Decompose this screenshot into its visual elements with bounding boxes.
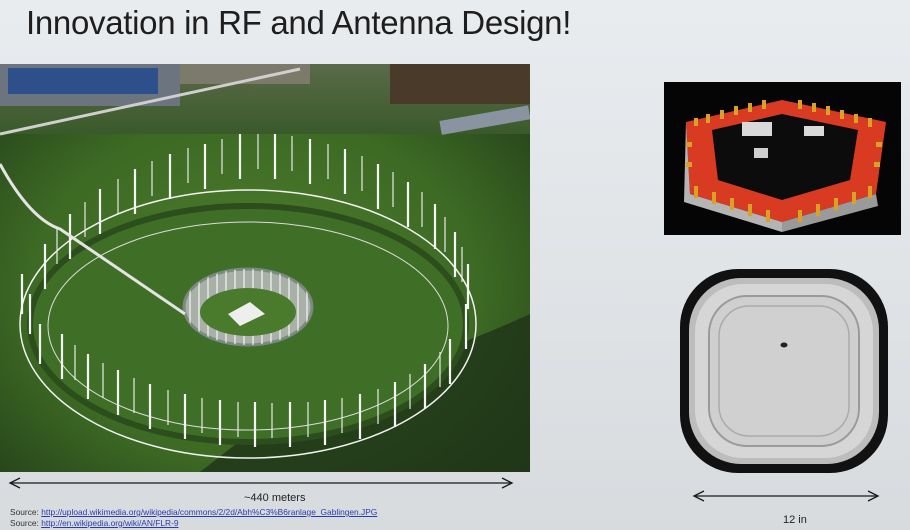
source-link-gablingen[interactable]: http://upload.wikimedia.org/wikipedia/co… xyxy=(41,507,377,517)
source-prefix: Source: xyxy=(10,507,42,517)
ap-width-arrow xyxy=(692,490,880,502)
source-line-1: Source: http://upload.wikimedia.org/wiki… xyxy=(10,507,377,517)
pcb-antenna-board-photo xyxy=(664,82,901,235)
slide-title: Innovation in RF and Antenna Design! xyxy=(26,4,572,41)
antenna-array-photo xyxy=(0,64,530,472)
access-point-photo xyxy=(680,269,888,473)
array-width-label: ~440 meters xyxy=(244,492,306,504)
source-prefix: Source: xyxy=(10,518,42,528)
source-line-2: Source: http://en.wikipedia.org/wiki/AN/… xyxy=(10,518,179,528)
ap-width-label: 12 in xyxy=(783,514,807,526)
array-width-arrow xyxy=(8,477,514,489)
source-link-an-flr-9[interactable]: http://en.wikipedia.org/wiki/AN/FLR-9 xyxy=(41,518,178,528)
